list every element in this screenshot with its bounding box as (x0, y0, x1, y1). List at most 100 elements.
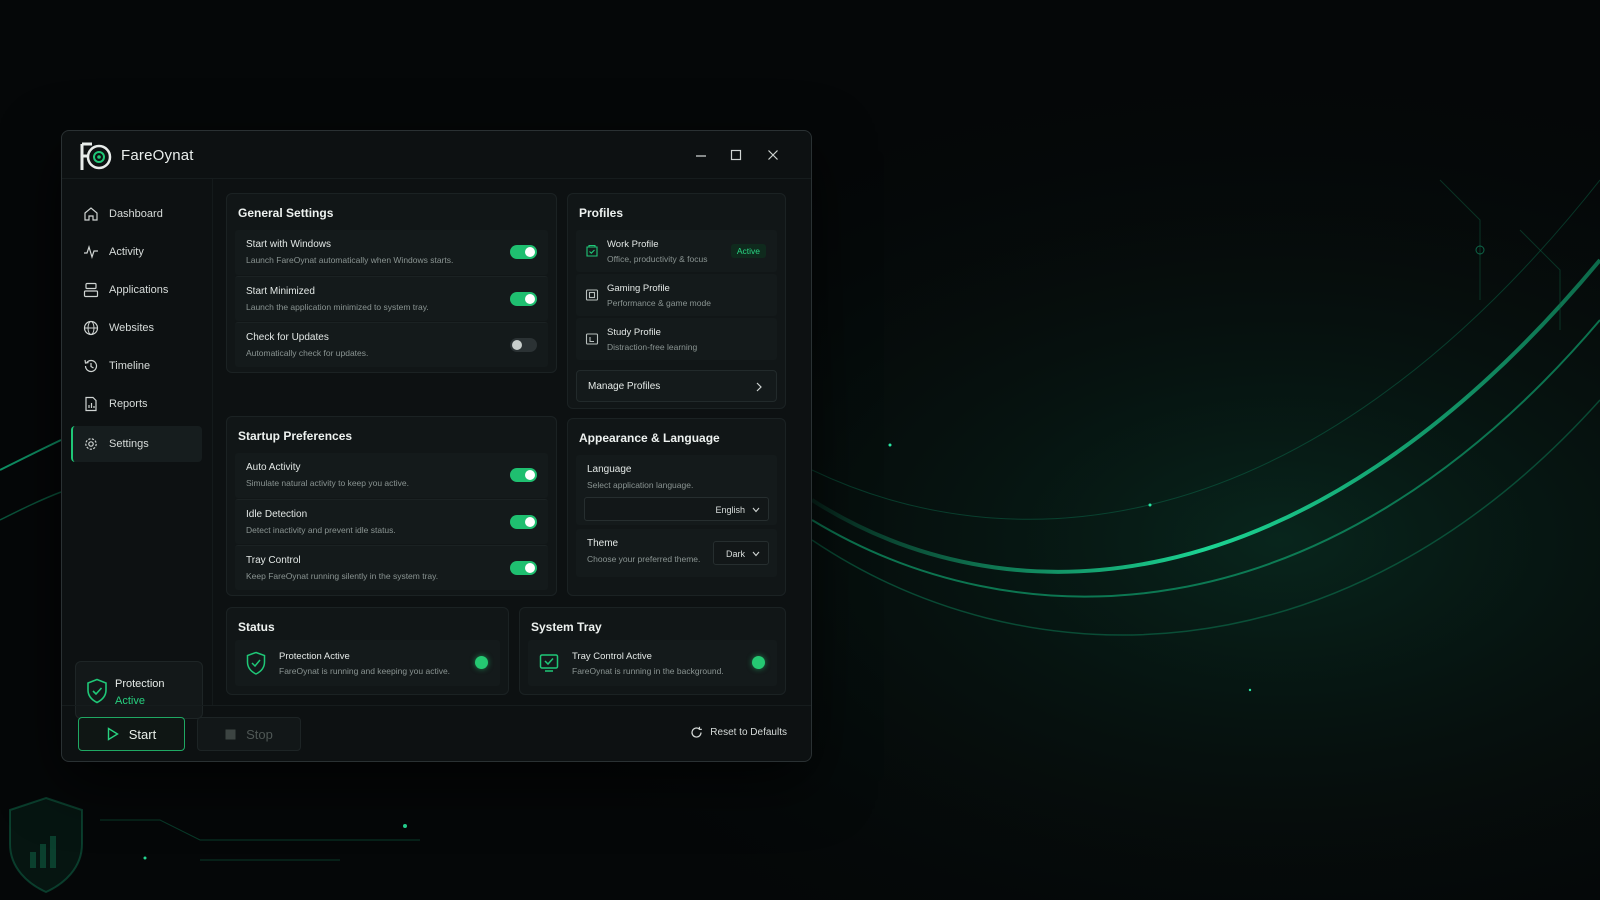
shield-check-icon (246, 651, 266, 675)
profile-description: Distraction-free learning (607, 342, 698, 352)
start-minimized-toggle[interactable] (510, 292, 537, 306)
panel-title: Appearance & Language (579, 431, 720, 445)
shield-check-icon (87, 678, 107, 704)
setting-label: Check for Updates (246, 332, 329, 343)
tray-monitor-icon (539, 654, 559, 672)
startup-preferences-panel: Startup Preferences Auto Activity Simula… (226, 416, 557, 596)
pulse-icon (84, 245, 98, 259)
panel-title: Profiles (579, 206, 624, 220)
active-badge: Active (730, 244, 766, 258)
chevron-down-icon (752, 551, 760, 557)
panel-title: Status (238, 620, 275, 634)
sidebar-item-applications[interactable]: Applications (71, 272, 202, 308)
tray-description: FareOynat is running in the background. (572, 666, 724, 676)
system-tray-panel: System Tray Tray Control Active FareOyna… (519, 607, 786, 695)
setting-description: Simulate natural activity to keep you ac… (246, 478, 409, 488)
tray-status-row: Tray Control Active FareOynat is running… (528, 640, 777, 686)
status-indicator (475, 656, 488, 669)
profile-work[interactable]: Work Profile Office, productivity & focu… (576, 230, 777, 272)
setting-label: Start Minimized (246, 286, 315, 297)
setting-label: Auto Activity (246, 462, 301, 473)
setting-label: Idle Detection (246, 509, 308, 520)
tray-control-toggle[interactable] (510, 561, 537, 575)
reset-icon (691, 726, 703, 738)
sidebar-item-dashboard[interactable]: Dashboard (71, 196, 202, 232)
profile-label: Gaming Profile (607, 283, 670, 294)
panel-title: General Settings (238, 206, 334, 220)
sidebar-item-label: Applications (109, 284, 169, 296)
profiles-panel: Profiles Work Profile Office, productivi… (567, 193, 786, 409)
start-button[interactable]: Start (78, 717, 185, 751)
reset-to-defaults-button[interactable]: Reset to Defaults (690, 726, 787, 739)
reports-icon (85, 396, 97, 412)
stop-button[interactable]: Stop (197, 717, 301, 751)
maximize-button[interactable] (727, 146, 745, 164)
idle-detection-toggle[interactable] (510, 515, 537, 529)
sidebar-item-reports[interactable]: Reports (71, 386, 202, 422)
profile-study[interactable]: Study Profile Distraction-free learning (576, 318, 777, 360)
close-button[interactable] (764, 146, 782, 164)
minimize-button[interactable] (692, 146, 710, 164)
manage-profiles-label: Manage Profiles (588, 381, 661, 392)
gaming-profile-icon (585, 289, 599, 301)
setting-start-minimized: Start Minimized Launch the application m… (235, 276, 548, 321)
setting-label: Language (587, 464, 632, 475)
profile-description: Office, productivity & focus (607, 254, 708, 264)
sidebar-item-label: Settings (109, 438, 149, 450)
theme-value: Dark (725, 549, 745, 559)
stop-icon (225, 729, 236, 739)
chevron-right-icon (756, 382, 762, 392)
setting-description: Automatically check for updates. (246, 348, 369, 358)
setting-idle-detection: Idle Detection Detect inactivity and pre… (235, 499, 548, 544)
maximize-icon (730, 149, 742, 161)
minimize-icon (696, 155, 706, 157)
setting-description: Launch FareOynat automatically when Wind… (246, 255, 454, 265)
sidebar-item-settings[interactable]: Settings (71, 426, 202, 462)
setting-label: Start with Windows (246, 239, 332, 250)
sidebar-item-activity[interactable]: Activity (71, 234, 202, 270)
app-logo-icon (80, 142, 112, 170)
setting-label: Theme (587, 538, 619, 549)
setting-language: Language Select application language. En… (576, 455, 777, 525)
applications-icon (83, 282, 99, 298)
protection-status-row: Protection Active FareOynat is running a… (235, 640, 500, 686)
app-title: FareOynat (121, 147, 194, 164)
setting-label: Tray Control (246, 555, 301, 566)
home-icon (84, 207, 98, 221)
manage-profiles-button[interactable]: Manage Profiles (576, 370, 777, 402)
app-window: FareOynat Dashboard Activity Application… (61, 130, 812, 762)
setting-description: Select application language. (587, 480, 694, 490)
sidebar-item-label: Websites (109, 322, 155, 334)
general-settings-panel: General Settings Start with Windows Laun… (226, 193, 557, 373)
status-panel: Status Protection Active FareOynat is ru… (226, 607, 509, 695)
sidebar-item-websites[interactable]: Websites (71, 310, 202, 346)
footer-bar: Start Stop Reset to Defaults (62, 705, 811, 761)
setting-description: Launch the application minimized to syst… (246, 302, 429, 312)
auto-activity-toggle[interactable] (510, 468, 537, 482)
sidebar-item-timeline[interactable]: Timeline (71, 348, 202, 384)
globe-icon (83, 320, 99, 336)
setting-description: Keep FareOynat running silently in the s… (246, 571, 439, 581)
theme-select[interactable]: Dark (713, 541, 769, 565)
start-with-windows-toggle[interactable] (510, 245, 537, 259)
study-profile-icon (585, 333, 599, 345)
profile-label: Work Profile (607, 239, 659, 250)
setting-auto-activity: Auto Activity Simulate natural activity … (235, 453, 548, 498)
appearance-language-panel: Appearance & Language Language Select ap… (567, 418, 786, 596)
language-value: English (715, 505, 745, 515)
chevron-down-icon (752, 507, 760, 513)
history-icon (84, 359, 98, 373)
title-bar: FareOynat (62, 131, 811, 179)
profile-description: Performance & game mode (607, 298, 711, 308)
language-select[interactable]: English (584, 497, 769, 521)
reset-label: Reset to Defaults (710, 727, 787, 738)
check-for-updates-toggle[interactable] (510, 338, 537, 352)
sidebar: Dashboard Activity Applications Websites… (62, 179, 213, 719)
protection-title: Protection (115, 678, 165, 690)
profile-gaming[interactable]: Gaming Profile Performance & game mode (576, 274, 777, 316)
setting-description: Choose your preferred theme. (587, 554, 701, 564)
status-description: FareOynat is running and keeping you act… (279, 666, 451, 676)
gear-icon (85, 438, 97, 450)
sidebar-item-label: Timeline (109, 360, 151, 372)
panel-title: Startup Preferences (238, 429, 353, 443)
